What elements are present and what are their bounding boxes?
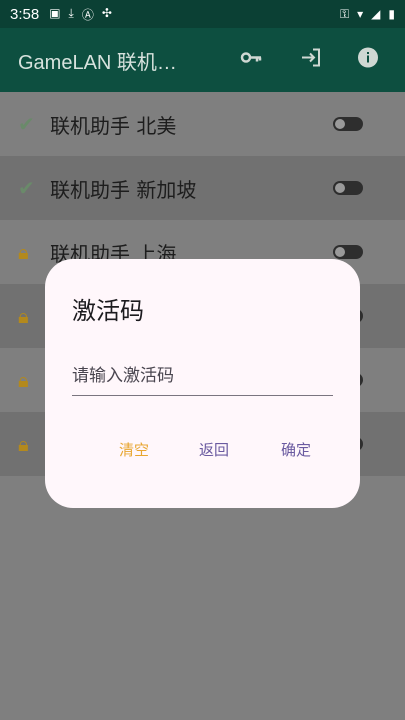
check-icon: ✔ (18, 112, 35, 136)
key-icon[interactable] (236, 46, 266, 75)
server-toggle[interactable] (333, 181, 363, 195)
crosshair-icon: ✣ (101, 5, 112, 20)
vpn-key-icon: ⚿ (339, 6, 350, 21)
lock-icon: 🔒︎ (18, 304, 29, 328)
status-bar: 3:58 ▣ ⤓ Ⓐ ✣ ⚿ ▾ ◢ ▮ (0, 0, 405, 28)
server-label: 联机助手 新加坡 (50, 177, 197, 202)
image-notification-icon: ▣ (49, 5, 61, 20)
server-row[interactable]: ✔ 联机助手 北美 (0, 92, 405, 156)
server-row[interactable]: ✔ 联机助手 新加坡 (0, 156, 405, 220)
app-title: GameLAN 联机… (18, 51, 177, 74)
activation-code-dialog: 激活码 清空 返回 确定 (45, 259, 360, 508)
clear-button[interactable]: 清空 (119, 439, 149, 460)
confirm-button[interactable]: 确定 (281, 439, 311, 460)
lock-icon: 🔒︎ (18, 368, 29, 392)
lock-icon: 🔒︎ (18, 240, 29, 264)
lock-icon: 🔒︎ (18, 432, 29, 456)
server-toggle[interactable] (333, 245, 363, 259)
download-icon: ⤓ (68, 5, 74, 20)
battery-icon: ▮ (388, 7, 395, 21)
app-bar: GameLAN 联机… (0, 28, 405, 92)
back-button[interactable]: 返回 (199, 439, 229, 460)
status-time: 3:58 (10, 5, 40, 23)
activation-code-input[interactable] (72, 356, 333, 396)
dialog-title: 激活码 (72, 297, 144, 325)
server-label: 联机助手 北美 (50, 113, 177, 138)
check-icon: ✔ (18, 176, 35, 200)
app-notification-icon: Ⓐ (81, 7, 94, 22)
info-icon[interactable] (353, 46, 383, 75)
server-toggle[interactable] (333, 117, 363, 131)
wifi-icon: ▾ (357, 7, 364, 21)
exit-icon[interactable] (296, 46, 326, 75)
signal-icon: ◢ (371, 7, 381, 21)
